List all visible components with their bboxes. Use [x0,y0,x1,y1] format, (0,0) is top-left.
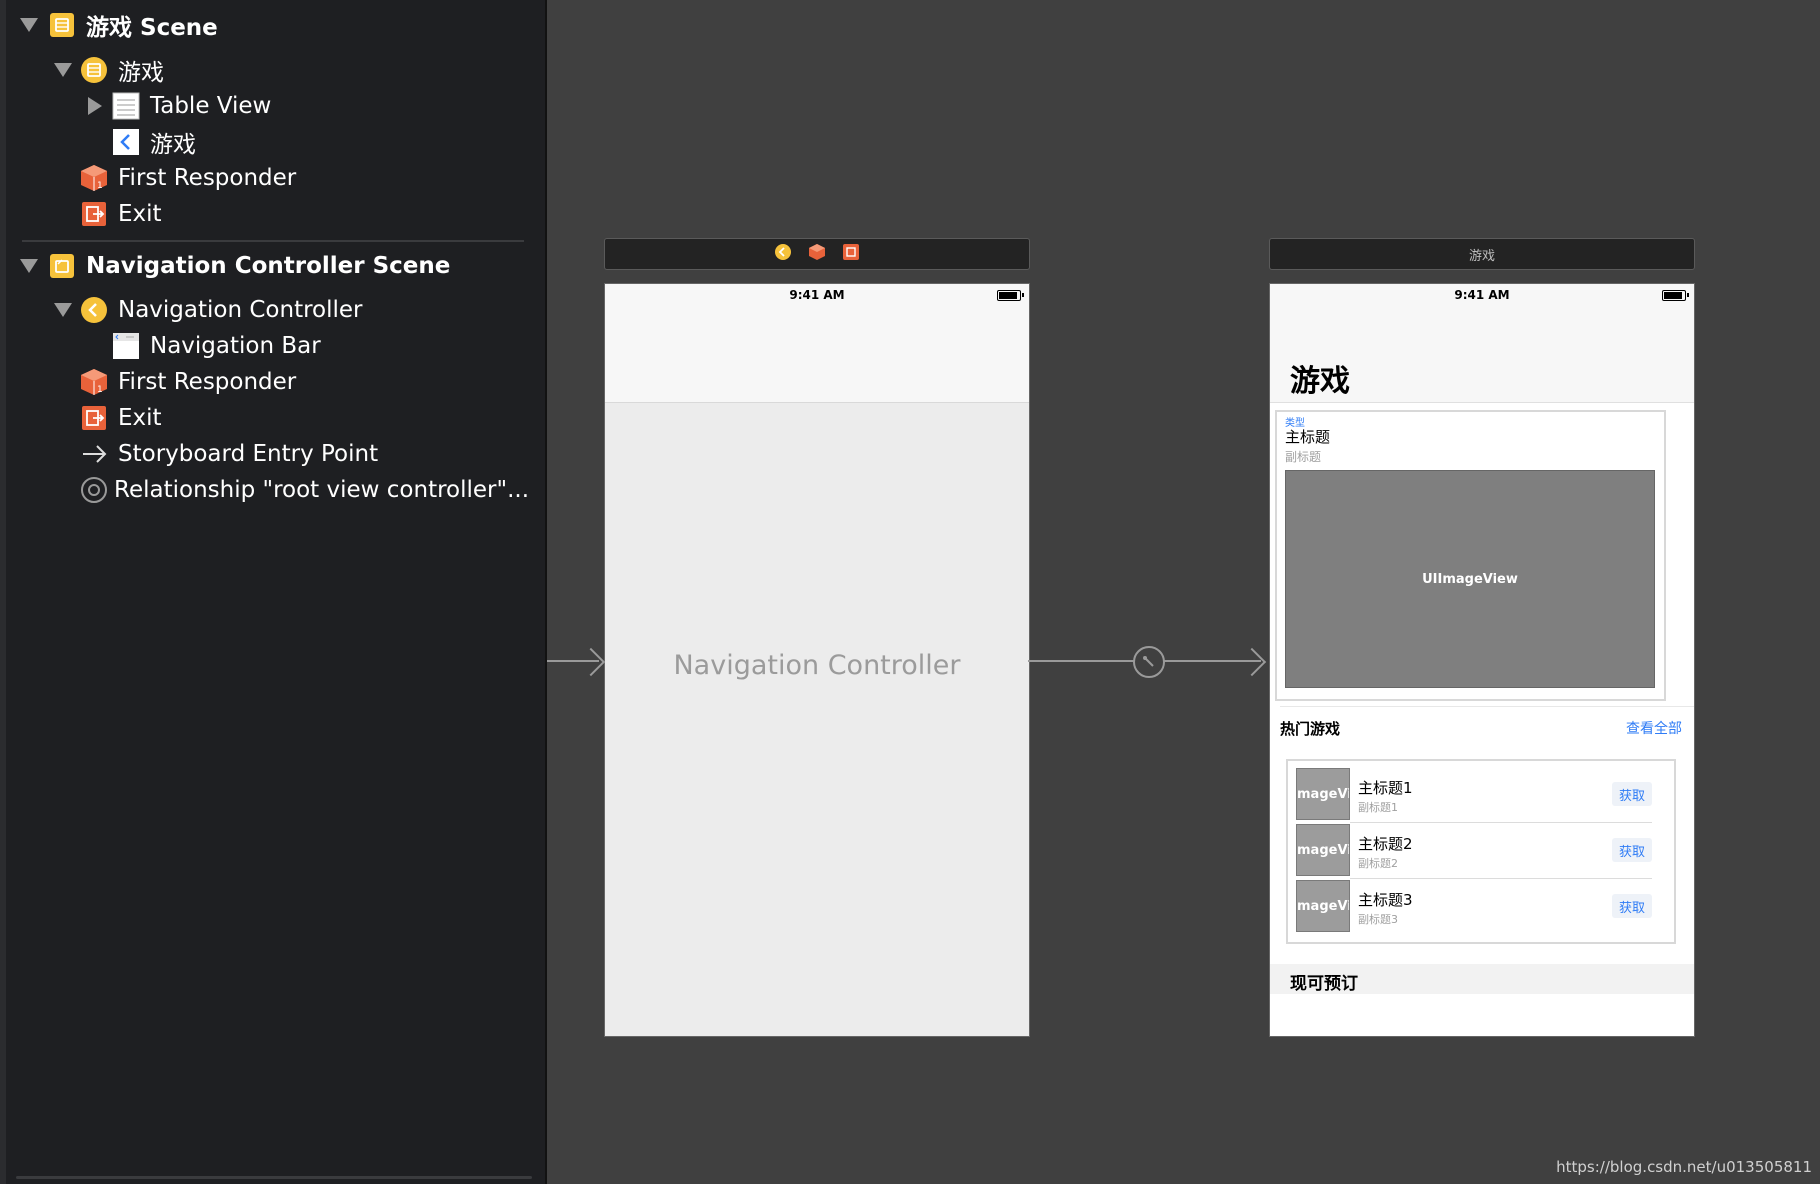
first-responder-icon: 1 [80,368,108,396]
svg-text:1: 1 [97,385,103,395]
outline-item-label: Exit [118,201,162,227]
svg-text:1: 1 [97,181,103,191]
relationship-segue-icon[interactable] [1133,646,1165,678]
exit-icon[interactable] [842,243,860,265]
thumbnail-label: mageVi [1297,898,1350,914]
status-bar: 9:41 AM [605,284,1029,306]
exit-icon [80,200,108,228]
arrow-right-icon [80,440,108,468]
outline-item-label: 游戏 [150,132,196,158]
navigation-controller-icon[interactable] [774,243,792,265]
scene-title: Navigation Controller Scene [86,253,451,279]
list-item[interactable]: mageVi 主标题1 副标题1 获取 [1296,765,1660,821]
image-view-label: UIImageView [1422,571,1518,587]
nav-controller-phone[interactable]: 9:41 AM Navigation Controller [604,283,1030,1037]
list-item-subtitle: 副标题3 [1358,913,1398,926]
outline-item-label: Table View [150,93,272,119]
card-subtitle: 副标题 [1285,450,1322,464]
outline-item-navigation-controller[interactable]: Navigation Controller [0,293,540,327]
outline-item-first-responder[interactable]: 1 First Responder [0,365,540,399]
hot-games-list[interactable]: mageVi 主标题1 副标题1 获取 mageVi 主标题2 副标题2 获取 … [1286,759,1676,944]
first-responder-icon: 1 [80,164,108,192]
list-item[interactable]: mageVi 主标题2 副标题2 获取 [1296,821,1660,877]
game-scene-dock[interactable]: 游戏 [1269,238,1695,270]
status-time: 9:41 AM [789,288,845,302]
relationship-segue-icon [80,476,108,504]
outline-item-label: Storyboard Entry Point [118,441,379,467]
outline-item-label: Navigation Controller [118,297,363,323]
outline-item-exit[interactable]: Exit [0,401,540,435]
outline-item-relationship[interactable]: Relationship "root view controller"... [0,473,540,507]
navigation-bar-icon [112,332,140,360]
thumbnail-label: mageVi [1297,842,1350,858]
document-outline: 游戏 Scene 游戏 Table View 游戏 1 First Respon… [0,0,547,1184]
exit-icon [80,404,108,432]
outline-item-label: Relationship "root view controller"... [114,477,530,503]
navigation-controller-icon [80,296,108,324]
scene-dock-title: 游戏 [1468,248,1495,264]
outline-item-navigation-item[interactable]: 游戏 [0,125,540,159]
list-item-title: 主标题2 [1358,835,1413,853]
card-image-view[interactable]: UIImageView [1285,470,1655,688]
entry-point-arrowhead[interactable] [576,647,606,677]
large-title: 游戏 [1290,364,1350,399]
get-button[interactable]: 获取 [1612,838,1652,862]
game-phone[interactable]: 9:41 AM 游戏 类型 主标题 副标题 UIImageView 热门游戏 查… [1269,283,1695,1037]
list-item-subtitle: 副标题1 [1358,801,1398,814]
outline-item-controller[interactable]: 游戏 [0,53,540,87]
outline-bottom-bar [16,1176,532,1179]
outline-item-entry-point[interactable]: Storyboard Entry Point [0,437,540,471]
section-divider [1280,706,1694,707]
list-thumbnail: mageVi [1296,824,1350,876]
scene-icon [48,11,76,39]
get-button[interactable]: 获取 [1612,782,1652,806]
preorder-title: 现可预订 [1290,974,1358,994]
outline-item-exit[interactable]: Exit [0,197,540,231]
featured-card[interactable]: 类型 主标题 副标题 UIImageView [1275,410,1666,701]
outline-item-navigation-bar[interactable]: Navigation Bar [0,329,540,363]
disclosure-down-icon[interactable] [54,303,72,317]
list-item-title: 主标题1 [1358,779,1413,797]
scene-row-navigation-controller[interactable]: Navigation Controller Scene [0,249,540,283]
thumbnail-label: mageVi [1297,786,1350,802]
segue-arrowhead [1237,647,1267,677]
status-time: 9:41 AM [1454,288,1510,302]
outline-item-first-responder[interactable]: 1 First Responder [0,161,540,195]
outline-item-label: Navigation Bar [150,333,321,359]
nav-scene-dock[interactable] [604,238,1030,270]
list-item-subtitle: 副标题2 [1358,857,1398,870]
outline-item-table-view[interactable]: Table View [0,89,540,123]
outline-item-label: 游戏 [118,60,164,86]
outline-item-label: First Responder [118,165,297,191]
first-responder-icon[interactable] [808,243,826,265]
list-thumbnail: mageVi [1296,768,1350,820]
disclosure-down-icon[interactable] [20,259,38,273]
disclosure-down-icon[interactable] [20,18,38,32]
card-title: 主标题 [1285,428,1331,446]
scene-row-game[interactable]: 游戏 Scene [0,8,540,42]
navigation-item-icon [112,128,140,156]
scene-divider [22,240,524,242]
list-item-title: 主标题3 [1358,891,1413,909]
list-thumbnail: mageVi [1296,880,1350,932]
scene-title: 游戏 Scene [86,15,218,41]
scene-icon [48,252,76,280]
table-view-icon [112,92,140,120]
disclosure-down-icon[interactable] [54,63,72,77]
see-all-button[interactable]: 查看全部 [1626,718,1682,738]
nav-controller-label: Navigation Controller [673,650,961,681]
battery-icon [997,290,1024,301]
disclosure-right-icon[interactable] [88,97,102,115]
storyboard-canvas[interactable]: 9:41 AM Navigation Controller 游戏 9:41 AM… [547,0,1820,1184]
list-item[interactable]: mageVi 主标题3 副标题3 获取 [1296,877,1660,933]
status-bar: 9:41 AM [1270,284,1694,306]
battery-icon [1662,290,1689,301]
hot-games-title: 热门游戏 [1280,720,1341,738]
outline-item-label: Exit [118,405,162,431]
view-controller-icon [80,56,108,84]
watermark: https://blog.csdn.net/u013505811 [1556,1158,1812,1176]
outline-item-label: First Responder [118,369,297,395]
get-button[interactable]: 获取 [1612,894,1652,918]
preorder-section-header: 现可预订 [1270,964,1694,994]
